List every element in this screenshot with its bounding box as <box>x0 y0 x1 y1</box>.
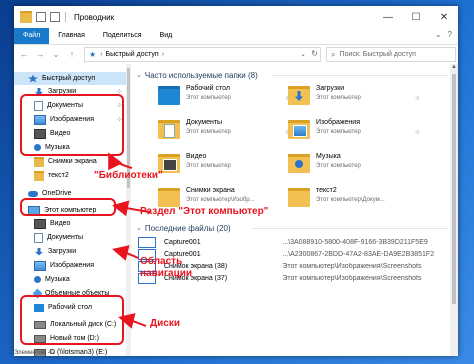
nav-area-annotation-line2: навигации <box>140 268 193 279</box>
libraries-arrow <box>108 152 133 171</box>
disks-annotation: Диски <box>150 318 180 329</box>
nav-area-arrow <box>112 245 139 261</box>
disks-arrow <box>118 313 147 329</box>
annotation-arrows <box>108 152 151 329</box>
nav-area-annotation-line1: Область <box>140 256 183 267</box>
this-pc-annotation: Раздел "Этот компьютер" <box>140 206 269 217</box>
libraries-annotation: "Библиотеки" <box>94 170 163 181</box>
